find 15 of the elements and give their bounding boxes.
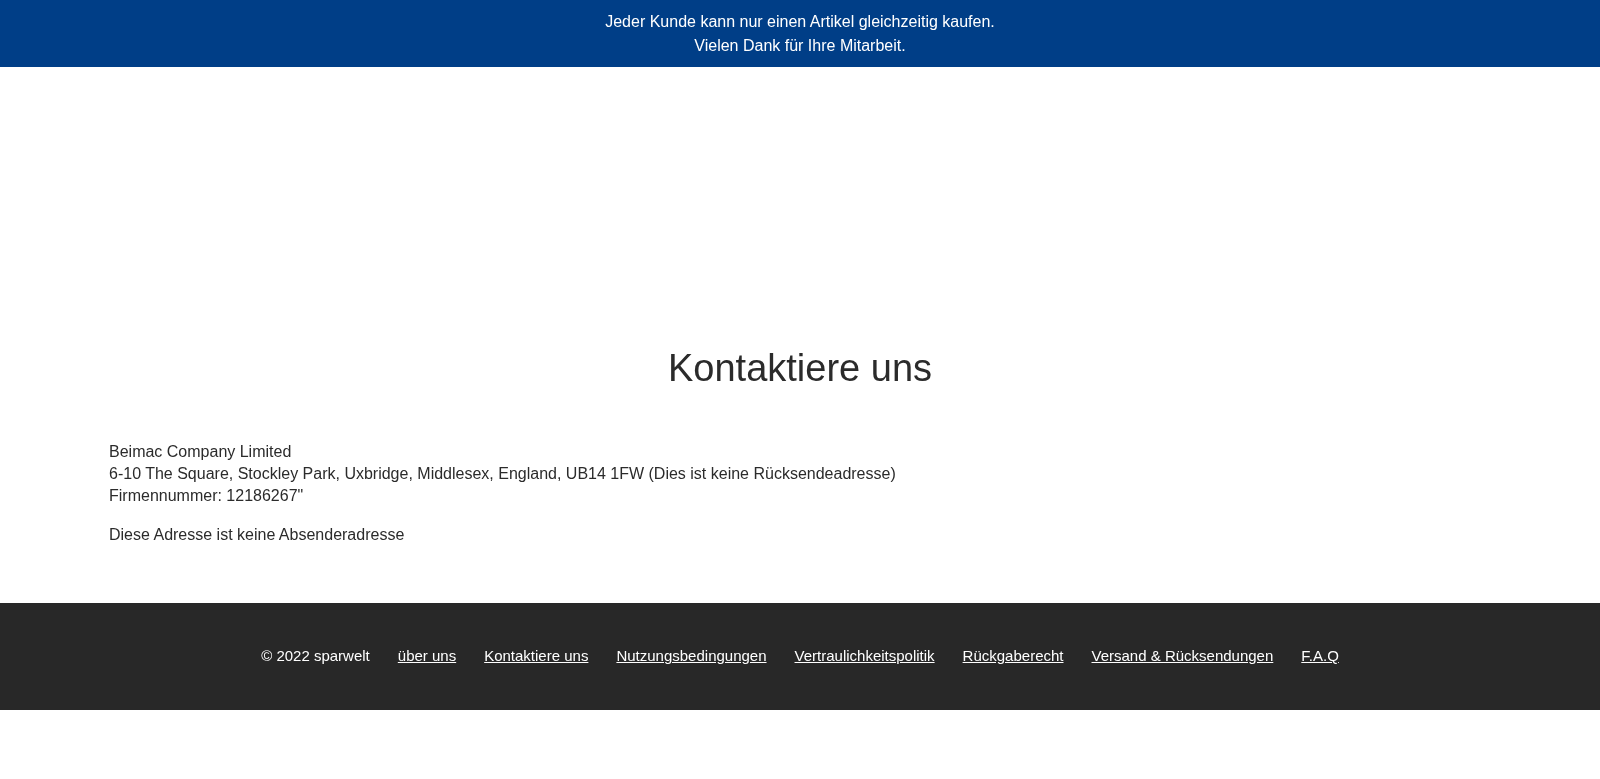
footer-link[interactable]: F.A.Q (1301, 645, 1339, 668)
footer-link[interactable]: über uns (397, 645, 457, 668)
address-line: 6-10 The Square, Stockley Park, Uxbridge, Middlesex, England, UB14 1FW (Dies ist keine Rücksendeadresse) (109, 464, 897, 484)
address-line: Firmennummer: 12186267" (109, 486, 305, 506)
footer-link[interactable]: Versand & Rücksendungen (1091, 645, 1274, 668)
footer-link[interactable]: Vertraulichkeitspolitik (794, 645, 935, 668)
announcement-text: Jeder Kunde kann nur einen Artikel gleichzeitig kaufen. (605, 11, 995, 32)
copyright-text: © 2022 sparwelt (261, 646, 370, 667)
address-line: Beimac Company Limited (109, 442, 293, 462)
address-note: Diese Adresse ist keine Absenderadresse (109, 525, 406, 545)
page-title: Kontaktiere uns (666, 346, 934, 391)
footer-link[interactable]: Nutzungsbedingungen (616, 645, 767, 668)
announcement-text: Vielen Dank für Ihre Mitarbeit. (694, 35, 906, 56)
footer-link[interactable]: Rückgaberecht (962, 645, 1064, 668)
footer-link[interactable]: Kontaktiere uns (484, 645, 589, 668)
